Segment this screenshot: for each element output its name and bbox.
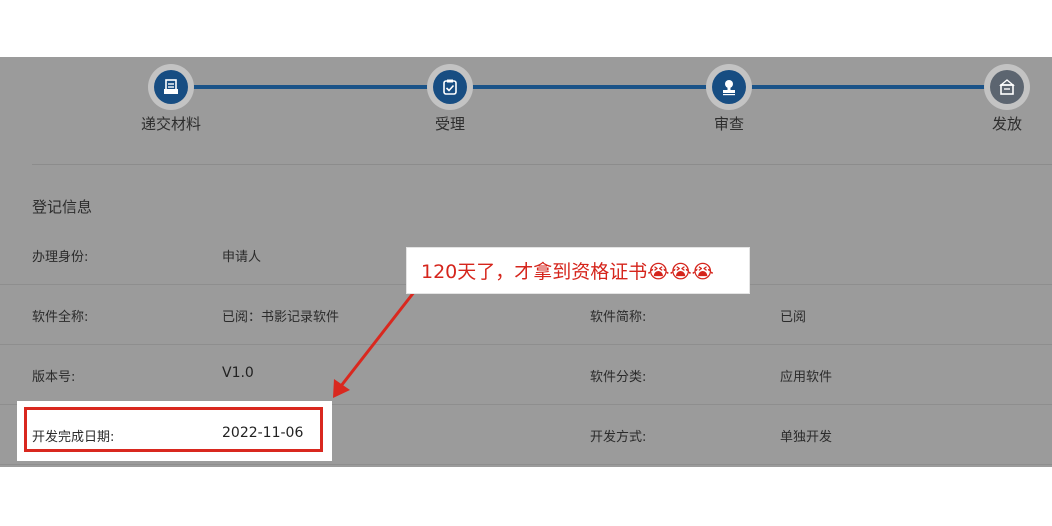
category-value: 应用软件 xyxy=(780,370,833,385)
section-title: 登记信息 xyxy=(32,198,93,216)
step-label-issue: 发放 xyxy=(991,115,1023,133)
annotation-callout: 120天了，才拿到资格证书😭😭😭 xyxy=(406,247,750,294)
dev-mode-value: 单独开发 xyxy=(780,430,833,445)
short-name-value: 已阅 xyxy=(780,310,807,325)
divider xyxy=(32,164,1052,165)
progress-line xyxy=(171,85,1007,89)
dev-date-highlight: 开发完成日期: 2022-11-06 xyxy=(17,401,332,461)
full-name-value: 已阅：书影记录软件 xyxy=(222,310,340,325)
short-name-label: 软件简称: xyxy=(590,310,647,325)
step-submit xyxy=(148,64,194,110)
stamp-icon xyxy=(712,70,746,104)
step-accept xyxy=(427,64,473,110)
dev-mode-label: 开发方式: xyxy=(590,430,647,445)
dev-date-label: 开发完成日期: xyxy=(32,430,115,445)
inbox-icon xyxy=(990,70,1024,104)
step-review xyxy=(706,64,752,110)
step-label-submit: 递交材料 xyxy=(140,115,202,133)
row-divider xyxy=(0,464,1052,465)
version-value: V1.0 xyxy=(222,365,254,381)
row-divider xyxy=(0,344,1052,345)
full-name-label: 软件全称: xyxy=(32,310,89,325)
step-label-accept: 受理 xyxy=(434,115,466,133)
clipboard-check-icon xyxy=(433,70,467,104)
category-label: 软件分类: xyxy=(590,370,647,385)
document-icon xyxy=(154,70,188,104)
version-label: 版本号: xyxy=(32,370,76,385)
identity-value: 申请人 xyxy=(222,250,262,265)
step-label-review: 审查 xyxy=(713,115,745,133)
dev-date-value: 2022-11-06 xyxy=(222,425,304,441)
step-issue xyxy=(984,64,1030,110)
callout-text: 120天了，才拿到资格证书😭😭😭 xyxy=(421,261,714,283)
identity-label: 办理身份: xyxy=(32,250,89,265)
